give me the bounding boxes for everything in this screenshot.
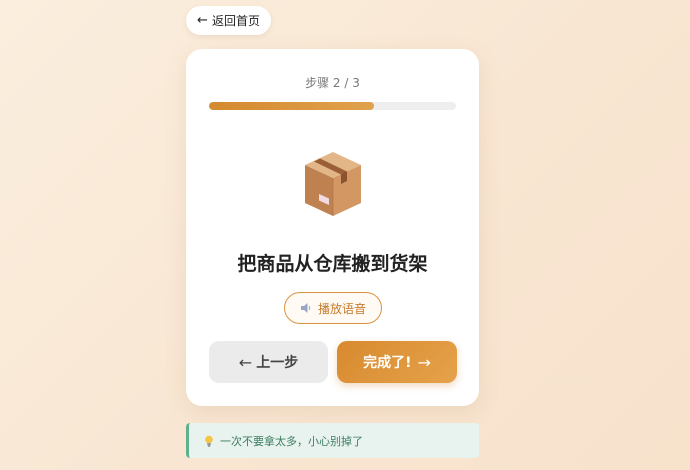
left-arrow-icon: ← (238, 352, 253, 372)
complete-step-label: 完成了! (363, 355, 412, 371)
progress-bar-fill (209, 102, 374, 110)
task-card: 步骤 2 / 3 把商品从仓库搬到货架 播放语音 ← 上一步 完成了! → (186, 49, 479, 406)
previous-step-button[interactable]: ← 上一步 (209, 341, 328, 383)
play-audio-label: 播放语音 (317, 301, 366, 316)
step-indicator: 步骤 2 / 3 (305, 76, 360, 90)
tip-banner: 一次不要拿太多，小心别掉了 (186, 423, 479, 458)
speaker-icon (300, 303, 311, 313)
progress-bar (209, 102, 456, 110)
complete-step-button[interactable]: 完成了! → (337, 341, 457, 383)
lightbulb-icon (205, 435, 213, 447)
right-arrow-icon: → (417, 352, 431, 372)
back-arrow-icon: ← (197, 13, 208, 28)
back-home-button[interactable]: ← 返回首页 (186, 6, 271, 35)
previous-step-label: 上一步 (256, 355, 299, 371)
package-box-icon (305, 152, 361, 216)
task-title: 把商品从仓库搬到货架 (237, 253, 428, 275)
tip-text: 一次不要拿太多，小心别掉了 (220, 434, 363, 448)
back-home-label: 返回首页 (211, 14, 260, 28)
play-audio-button[interactable]: 播放语音 (284, 292, 382, 324)
